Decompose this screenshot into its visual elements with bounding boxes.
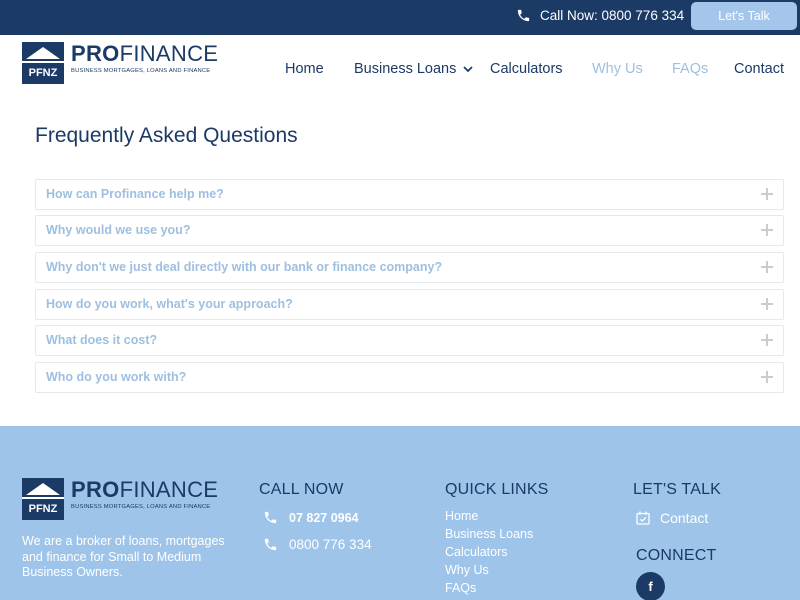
page-title: Frequently Asked Questions	[35, 124, 298, 147]
nav-label: FAQs	[672, 61, 709, 77]
footer-link-home[interactable]: Home	[445, 509, 478, 523]
footer-link-business-loans[interactable]: Business Loans	[445, 527, 533, 541]
faq-question: How can Profinance help me?	[46, 187, 224, 201]
phone-icon	[264, 511, 277, 524]
faq-item[interactable]: Why don't we just deal directly with our…	[35, 252, 784, 283]
pfnz-logo-mark: PFNZ	[22, 478, 64, 520]
footer-phone-number: 0800 776 334	[289, 537, 372, 552]
nav-item-calculators[interactable]: Calculators	[490, 61, 563, 77]
faq-item[interactable]: How can Profinance help me?	[35, 179, 784, 210]
faq-item[interactable]: Who do you work with?	[35, 362, 784, 393]
nav-label: Business Loans	[354, 61, 457, 77]
phone-icon	[264, 538, 277, 551]
site-header: PFNZ PROFINANCE BUSINESS MORTGAGES, LOAN…	[0, 35, 800, 105]
plus-icon[interactable]	[761, 261, 773, 273]
chevron-down-icon	[463, 65, 473, 72]
faq-question: How do you work, what's your approach?	[46, 297, 293, 311]
footer-call-heading: CALL NOW	[259, 481, 344, 498]
facebook-icon[interactable]: f	[636, 572, 665, 600]
footer-logo[interactable]: PFNZ PROFINANCE BUSINESS MORTGAGES, LOAN…	[22, 478, 218, 520]
footer-logo-name: PROFINANCE	[71, 478, 218, 502]
footer-talk-heading: LET'S TALK	[633, 481, 722, 498]
main-nav: Home Business Loans Calculators Why Us F…	[0, 61, 800, 81]
plus-icon[interactable]	[761, 298, 773, 310]
footer-link-why-us[interactable]: Why Us	[445, 563, 489, 577]
nav-item-why-us[interactable]: Why Us	[592, 61, 643, 77]
footer-contact-link[interactable]: Contact	[636, 510, 708, 526]
nav-label: Calculators	[490, 61, 563, 77]
footer-logo-tagline: BUSINESS MORTGAGES, LOANS AND FINANCE	[71, 504, 211, 510]
logo-name-rest: FINANCE	[119, 477, 219, 502]
logo-mark-text: PFNZ	[29, 503, 58, 515]
lets-talk-button[interactable]: Let's Talk	[691, 2, 797, 30]
calendar-check-icon	[636, 511, 650, 525]
footer-link-faqs[interactable]: FAQs	[445, 581, 476, 595]
nav-item-contact[interactable]: Contact	[734, 61, 784, 77]
phone-icon	[517, 9, 530, 22]
faq-item[interactable]: What does it cost?	[35, 325, 784, 356]
top-bar: Call Now: 0800 776 334 Let's Talk	[0, 0, 800, 35]
nav-label: Contact	[734, 61, 784, 77]
faq-question: What does it cost?	[46, 333, 158, 347]
faq-question: Who do you work with?	[46, 370, 187, 384]
nav-item-home[interactable]: Home	[285, 61, 324, 77]
footer-links-heading: QUICK LINKS	[445, 481, 549, 498]
faq-item[interactable]: Why would we use you?	[35, 215, 784, 246]
footer-phone-number: 07 827 0964	[289, 510, 359, 525]
footer-description: We are a broker of loans, mortgages and …	[22, 534, 225, 579]
nav-label: Why Us	[592, 61, 643, 77]
facebook-glyph: f	[648, 579, 653, 594]
faq-question: Why would we use you?	[46, 223, 191, 237]
footer-phone-2[interactable]: 0800 776 334	[263, 537, 372, 552]
topbar-call-text: Call Now: 0800 776 334	[540, 8, 685, 23]
nav-item-business-loans[interactable]: Business Loans	[354, 61, 473, 77]
plus-icon[interactable]	[761, 371, 773, 383]
nav-item-faqs[interactable]: FAQs	[672, 61, 708, 77]
faq-question: Why don't we just deal directly with our…	[46, 260, 443, 274]
footer-connect-heading: CONNECT	[636, 547, 717, 564]
footer-link-calculators[interactable]: Calculators	[445, 545, 508, 559]
logo-name-bold: PRO	[71, 477, 120, 502]
topbar-call-now[interactable]: Call Now: 0800 776 334	[516, 8, 684, 23]
plus-icon[interactable]	[761, 334, 773, 346]
plus-icon[interactable]	[761, 224, 773, 236]
faq-item[interactable]: How do you work, what's your approach?	[35, 289, 784, 320]
footer-phone-1[interactable]: 07 827 0964	[263, 510, 359, 525]
footer-contact-label: Contact	[660, 510, 709, 526]
plus-icon[interactable]	[761, 188, 773, 200]
site-footer: PFNZ PROFINANCE BUSINESS MORTGAGES, LOAN…	[0, 426, 800, 600]
nav-label: Home	[285, 61, 324, 77]
